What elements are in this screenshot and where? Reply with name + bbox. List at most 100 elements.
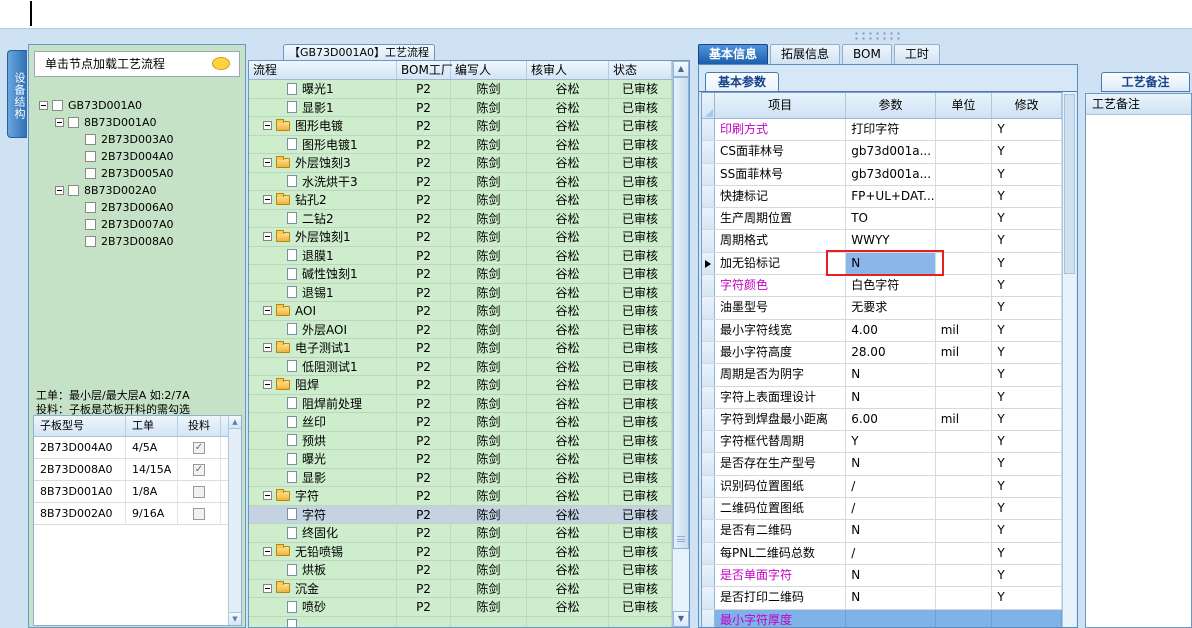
flow-row[interactable]: 图形电镀1 P2 陈剑 谷松 已审核 <box>249 135 672 154</box>
flow-row[interactable]: 显影 P2 陈剑 谷松 已审核 <box>249 468 672 487</box>
parameter-scrollbar[interactable] <box>1062 92 1076 627</box>
flow-row[interactable]: 碱性蚀刻1 P2 陈剑 谷松 已审核 <box>249 265 672 284</box>
param-row[interactable]: 加无铅标记 N Y <box>702 249 1062 276</box>
flow-row[interactable]: 水洗烘干3 P2 陈剑 谷松 已审核 <box>249 172 672 191</box>
tab-worktime[interactable]: 工时 <box>893 44 940 64</box>
flow-row[interactable]: 沉金 P2 陈剑 谷松 已审核 <box>249 579 672 598</box>
flow-row[interactable]: 喷砂 P2 陈剑 谷松 已审核 <box>249 598 672 617</box>
param-row[interactable]: 字符框代替周期 Y Y <box>702 431 1062 454</box>
flow-row[interactable]: AOI P2 陈剑 谷松 已审核 <box>249 302 672 321</box>
param-row[interactable]: 周期是否为阴字 N Y <box>702 364 1062 387</box>
param-row[interactable]: 是否打印二维码 N Y <box>702 587 1062 610</box>
expander-icon[interactable] <box>263 306 272 316</box>
param-value[interactable]: gb73d001a... <box>846 163 936 185</box>
tree-node[interactable]: 2B73D006A0 <box>39 199 241 216</box>
flow-row[interactable] <box>249 616 672 627</box>
node-checkbox[interactable] <box>68 117 79 128</box>
dock-grip[interactable] <box>853 31 903 40</box>
scrollbar-thumb[interactable] <box>1064 94 1075 274</box>
param-value[interactable]: N <box>826 249 945 276</box>
param-row[interactable]: 油墨型号 无要求 Y <box>702 297 1062 320</box>
param-value[interactable]: 6.00 <box>846 408 936 431</box>
node-checkbox[interactable] <box>85 219 96 230</box>
node-checkbox[interactable] <box>85 134 96 145</box>
param-value[interactable]: N <box>846 386 936 408</box>
flow-row[interactable]: 外层AOI P2 陈剑 谷松 已审核 <box>249 320 672 339</box>
param-row[interactable]: 印刷方式 打印字符 Y <box>702 119 1062 142</box>
param-value[interactable]: TO <box>846 208 936 230</box>
flow-row[interactable]: 退膜1 P2 陈剑 谷松 已审核 <box>249 246 672 265</box>
expander-icon[interactable] <box>263 380 272 390</box>
tree-node[interactable]: 8B73D001A0 <box>39 114 241 131</box>
param-value[interactable]: 白色字符 <box>846 275 936 297</box>
scroll-down-icon[interactable]: ▼ <box>673 611 689 627</box>
flow-row[interactable]: 退锡1 P2 陈剑 谷松 已审核 <box>249 283 672 302</box>
param-value[interactable] <box>846 609 936 627</box>
param-value[interactable]: / <box>846 542 936 564</box>
flow-row[interactable]: 字符 P2 陈剑 谷松 已审核 <box>249 505 672 524</box>
param-row[interactable]: 识别码位置图纸 / Y <box>702 475 1062 499</box>
flow-row[interactable]: 图形电镀 P2 陈剑 谷松 已审核 <box>249 117 672 136</box>
flow-row[interactable]: 烘板 P2 陈剑 谷松 已审核 <box>249 561 672 580</box>
col-header-value[interactable]: 参数 <box>846 93 936 118</box>
flow-panel-tab[interactable]: 【GB73D001A0】工艺流程 <box>283 44 435 61</box>
expander-icon[interactable] <box>263 491 272 501</box>
expander-icon[interactable] <box>263 343 272 353</box>
tab-basic-info[interactable]: 基本信息 <box>698 44 769 64</box>
param-value[interactable]: N <box>846 564 936 587</box>
flow-row[interactable]: 丝印 P2 陈剑 谷松 已审核 <box>249 413 672 432</box>
param-value[interactable]: N <box>846 364 936 386</box>
flow-row[interactable]: 外层蚀刻1 P2 陈剑 谷松 已审核 <box>249 228 672 247</box>
param-row[interactable]: 是否单面字符 N Y <box>702 564 1062 588</box>
expander-icon[interactable] <box>263 158 272 168</box>
param-value[interactable]: 4.00 <box>846 319 936 341</box>
flow-row[interactable]: 外层蚀刻3 P2 陈剑 谷松 已审核 <box>249 154 672 173</box>
expander-icon[interactable] <box>39 101 48 110</box>
subboard-row[interactable]: 8B73D002A0 9/16A <box>34 503 241 525</box>
subboard-row[interactable]: 8B73D001A0 1/8A <box>34 481 241 503</box>
col-header-factory[interactable]: BOM工厂 <box>397 61 453 79</box>
tree-node[interactable]: 2B73D007A0 <box>39 216 241 233</box>
param-value[interactable]: N <box>846 520 936 542</box>
col-header-unit[interactable]: 单位 <box>936 93 993 118</box>
tree-node[interactable]: 2B73D003A0 <box>39 131 241 148</box>
scroll-down-icon[interactable]: ▼ <box>229 612 241 625</box>
expander-icon[interactable] <box>55 118 64 127</box>
subboard-scrollbar[interactable]: ▲ ▼ <box>228 416 241 625</box>
flow-row[interactable]: 阻焊前处理 P2 陈剑 谷松 已审核 <box>249 394 672 413</box>
flow-row[interactable]: 显影1 P2 陈剑 谷松 已审核 <box>249 98 672 117</box>
node-checkbox[interactable] <box>52 100 63 111</box>
col-header-process[interactable]: 流程 <box>249 61 397 79</box>
node-checkbox[interactable] <box>85 202 96 213</box>
param-value[interactable]: / <box>846 475 936 498</box>
tree-node[interactable]: 8B73D002A0 <box>39 182 241 199</box>
param-row[interactable]: 字符颜色 白色字符 Y <box>702 275 1062 298</box>
col-header-status[interactable]: 状态 <box>609 61 672 79</box>
expander-icon[interactable] <box>263 121 272 131</box>
expander-icon[interactable] <box>263 546 272 556</box>
param-row[interactable]: 是否有二维码 N Y <box>702 520 1062 543</box>
param-value[interactable]: gb73d001a... <box>846 141 936 163</box>
param-row[interactable]: 最小字符线宽 4.00 mil Y <box>702 319 1062 342</box>
col-header-model[interactable]: 子板型号 <box>34 416 126 436</box>
col-header-order[interactable]: 工单 <box>126 416 178 436</box>
flow-row[interactable]: 电子测试1 P2 陈剑 谷松 已审核 <box>249 339 672 358</box>
param-value[interactable]: 打印字符 <box>846 119 936 141</box>
param-row[interactable]: 是否存在生产型号 N Y <box>702 453 1062 476</box>
subboard-row[interactable]: 2B73D004A0 4/5A ✓ <box>34 437 241 459</box>
feed-checkbox[interactable]: ✓ <box>193 441 205 454</box>
param-value[interactable]: 无要求 <box>846 297 936 319</box>
flow-row[interactable]: 曝光 P2 陈剑 谷松 已审核 <box>249 450 672 469</box>
scroll-up-icon[interactable]: ▲ <box>673 61 689 77</box>
param-row[interactable]: SS面菲林号 gb73d001a... Y <box>702 163 1062 186</box>
subboard-row[interactable]: 2B73D008A0 14/15A ✓ <box>34 459 241 481</box>
param-row[interactable]: 最小字符厚度 <box>702 609 1062 627</box>
tree-node[interactable]: 2B73D005A0 <box>39 165 241 182</box>
flow-row[interactable]: 低阻测试1 P2 陈剑 谷松 已审核 <box>249 357 672 376</box>
feed-checkbox[interactable] <box>193 507 205 520</box>
param-value[interactable]: WWYY <box>846 230 936 252</box>
expander-icon[interactable] <box>263 232 272 242</box>
flow-row[interactable]: 钻孔2 P2 陈剑 谷松 已审核 <box>249 191 672 210</box>
param-value[interactable]: FP+UL+DAT... <box>846 185 936 208</box>
tab-bom[interactable]: BOM <box>842 44 892 64</box>
